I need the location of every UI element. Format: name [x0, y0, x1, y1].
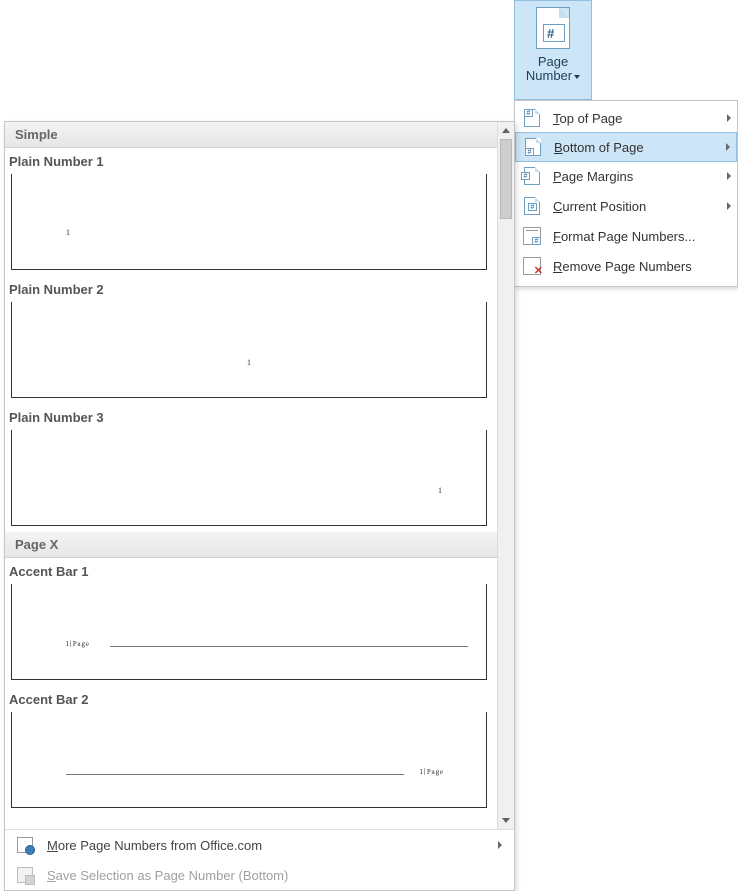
gallery-item-plain-number-2[interactable]: 1 [11, 302, 487, 398]
gallery-item-title: Accent Bar 1 [5, 558, 498, 584]
scroll-up-button[interactable] [498, 122, 514, 139]
gallery-item-title: Accent Bar 2 [5, 686, 498, 712]
gallery-item-plain-number-3[interactable]: 1 [11, 430, 487, 526]
submenu-arrow-icon [727, 202, 731, 210]
gallery-item-accent-bar-1[interactable]: 1|Page [11, 584, 487, 680]
submenu-arrow-icon [726, 143, 730, 151]
section-header-page-x: Page X [5, 532, 498, 558]
menu-label: Current Position [553, 199, 727, 214]
menu-item-bottom-of-page[interactable]: # Bottom of Page [515, 132, 737, 162]
menu-label: Bottom of Page [554, 140, 726, 155]
save-selection-icon [15, 866, 35, 884]
gallery-scroll-area: Simple Plain Number 1 1 Plain Number 2 1… [5, 122, 514, 829]
page-number-label: Page Number [526, 55, 580, 83]
gallery-item-accent-bar-2[interactable]: 1|Page [11, 712, 487, 808]
accent-line-icon [110, 646, 468, 647]
preview-sample: 1 [438, 486, 442, 495]
page-bottom-icon: # [522, 137, 544, 157]
menu-item-current-position[interactable]: # Current Position [515, 191, 737, 221]
accent-line-icon [66, 774, 404, 775]
page-current-icon: # [521, 196, 543, 216]
remove-page-numbers-icon: ✕ [521, 256, 543, 276]
save-selection-as-page-number: Save Selection as Page Number (Bottom) [5, 860, 514, 890]
gallery-footer: More Page Numbers from Office.com Save S… [5, 829, 514, 890]
menu-item-format-page-numbers[interactable]: # Format Page Numbers... [515, 221, 737, 251]
gallery-scrollbar[interactable] [497, 122, 514, 829]
page-margins-icon: # [521, 166, 543, 186]
preview-sample: 1 [66, 228, 70, 237]
submenu-arrow-icon [498, 841, 502, 849]
format-page-numbers-icon: # [521, 226, 543, 246]
footer-label: Save Selection as Page Number (Bottom) [47, 868, 288, 883]
ribbon-line2: Number [526, 68, 572, 83]
page-top-icon: # [521, 108, 543, 128]
preview-sample: 1|Page [420, 768, 444, 776]
page-fold-icon [559, 8, 569, 18]
scroll-thumb[interactable] [500, 139, 512, 219]
gallery-item-title: Plain Number 2 [5, 276, 498, 302]
menu-item-top-of-page[interactable]: # Top of Page [515, 103, 737, 133]
submenu-arrow-icon [727, 114, 731, 122]
office-online-icon [15, 836, 35, 854]
page-number-icon: # [536, 7, 570, 49]
menu-item-remove-page-numbers[interactable]: ✕ Remove Page Numbers [515, 251, 737, 281]
scroll-down-button[interactable] [498, 812, 514, 829]
menu-label: Format Page Numbers... [553, 229, 731, 244]
preview-sample: 1|Page [66, 640, 90, 648]
gallery-content: Simple Plain Number 1 1 Plain Number 2 1… [5, 122, 498, 818]
menu-label: Top of Page [553, 111, 727, 126]
footer-label: More Page Numbers from Office.com [47, 838, 262, 853]
page-number-ribbon-button[interactable]: # Page Number [514, 0, 592, 100]
hash-icon: # [547, 26, 554, 41]
chevron-down-icon [574, 75, 580, 79]
section-header-simple: Simple [5, 122, 498, 148]
gallery-item-title: Plain Number 1 [5, 148, 498, 174]
menu-label: Remove Page Numbers [553, 259, 731, 274]
ribbon-line1: Page [538, 54, 568, 69]
gallery-item-title: Plain Number 3 [5, 404, 498, 430]
page-number-gallery: Simple Plain Number 1 1 Plain Number 2 1… [4, 121, 515, 891]
chevron-up-icon [502, 128, 510, 133]
page-number-menu: # Top of Page # Bottom of Page # Page Ma… [514, 100, 738, 287]
gallery-item-plain-number-1[interactable]: 1 [11, 174, 487, 270]
more-page-numbers-office[interactable]: More Page Numbers from Office.com [5, 830, 514, 860]
menu-item-page-margins[interactable]: # Page Margins [515, 161, 737, 191]
submenu-arrow-icon [727, 172, 731, 180]
menu-label: Page Margins [553, 169, 727, 184]
chevron-down-icon [502, 818, 510, 823]
preview-sample: 1 [247, 358, 251, 367]
